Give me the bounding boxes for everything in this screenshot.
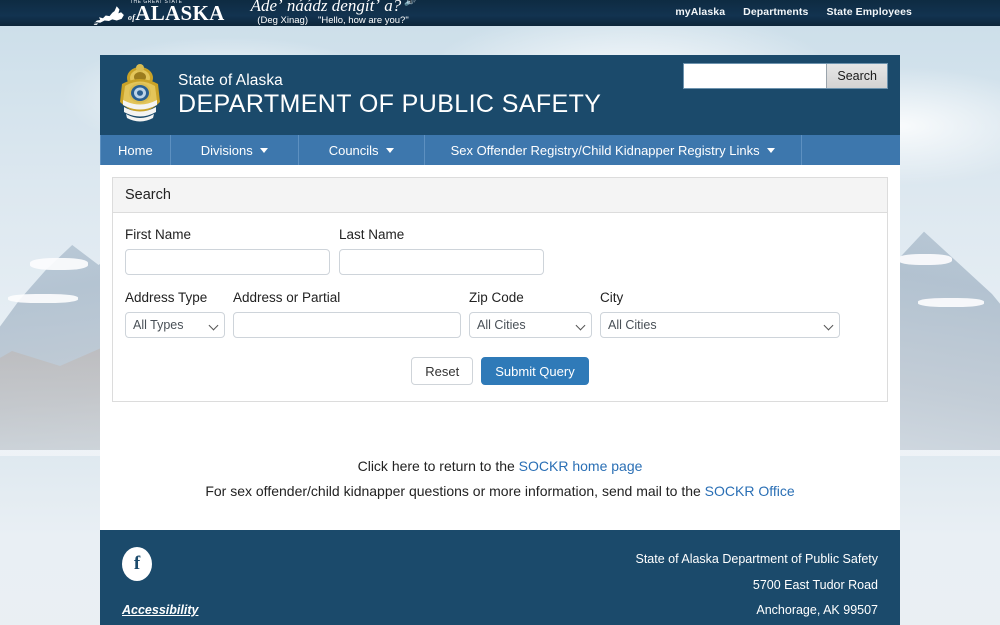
nav-label: Councils [328, 142, 379, 158]
footer-org: State of Alaska Department of Public Saf… [635, 552, 879, 566]
utility-link-departments[interactable]: Departments [743, 6, 808, 18]
nav-item-divisions[interactable]: Divisions [171, 135, 299, 165]
greeting-translation: "Hello, how are you?" [318, 14, 409, 26]
background-snow [30, 258, 88, 270]
site-title-block: State of Alaska DEPARTMENT OF PUBLIC SAF… [178, 72, 601, 119]
form-row-address: Address Type All Types Address or Partia… [125, 290, 875, 338]
field-zip-code: Zip Code All Cities [469, 290, 592, 338]
greeting-native-text: Adeʼ náádz dengítʼ a? [250, 0, 402, 15]
facebook-icon[interactable]: f [122, 547, 152, 581]
nav-label: Divisions [200, 142, 253, 158]
submit-button[interactable]: Submit Query [481, 357, 589, 385]
chevron-down-icon [766, 147, 775, 153]
links-section: Click here to return to the SOCKR home p… [112, 458, 888, 499]
field-last-name: Last Name [339, 227, 544, 275]
header-search: Search [683, 63, 888, 89]
address-partial-label: Address or Partial [233, 290, 341, 305]
logo-name: ALASKA [135, 1, 225, 26]
accessibility-link[interactable]: Accessibility [122, 603, 198, 617]
page-container: State of Alaska DEPARTMENT OF PUBLIC SAF… [100, 55, 900, 625]
city-select[interactable]: All Cities [600, 312, 840, 338]
nav-label: Sex Offender Registry/Child Kidnapper Re… [450, 142, 760, 158]
zip-code-select-wrap: All Cities [469, 312, 592, 338]
sockr-home-link[interactable]: SOCKR home page [519, 458, 643, 474]
field-address-partial: Address or Partial [233, 290, 461, 338]
zip-code-label: Zip Code [469, 290, 524, 305]
city-select-wrap: All Cities [600, 312, 840, 338]
utility-link-myalaska[interactable]: myAlaska [675, 6, 725, 18]
main-navigation: Home Divisions Councils Sex Offender Reg… [100, 135, 900, 165]
chevron-down-icon [385, 147, 394, 153]
address-partial-input[interactable] [233, 312, 461, 338]
city-label: City [600, 290, 624, 305]
nav-label: Home [118, 142, 153, 158]
sockr-office-text: For sex offender/child kidnapper questio… [205, 483, 705, 499]
field-address-type: Address Type All Types [125, 290, 225, 338]
background-snow [898, 254, 952, 265]
footer-left: f Accessibility [122, 547, 198, 625]
nav-item-sex-offender-registry[interactable]: Sex Offender Registry/Child Kidnapper Re… [425, 135, 802, 165]
site-footer: f Accessibility State of Alaska Departme… [100, 530, 900, 625]
nav-item-councils[interactable]: Councils [299, 135, 425, 165]
search-panel-heading: Search [113, 178, 887, 213]
nav-item-home[interactable]: Home [100, 135, 171, 165]
alaska-map-icon [93, 6, 124, 25]
footer-street: 5700 East Tudor Road [752, 577, 878, 592]
search-button[interactable]: Search [826, 64, 887, 88]
field-first-name: First Name [125, 227, 330, 275]
last-name-input[interactable] [339, 249, 544, 275]
utility-link-state-employees[interactable]: State Employees [826, 6, 912, 18]
address-type-label: Address Type [125, 290, 208, 305]
search-form: First Name Last Name Address Type All Ty… [113, 213, 887, 401]
state-utility-bar: THE GREAT STATE ofALASKA Adeʼ náádz deng… [0, 0, 1000, 26]
facebook-glyph: f [133, 553, 141, 574]
footer-address: State of Alaska Department of Public Saf… [636, 547, 879, 625]
address-type-select[interactable]: All Types [125, 312, 225, 338]
background-snow [918, 298, 984, 307]
alaska-state-logo[interactable]: THE GREAT STATE ofALASKA [92, 0, 225, 26]
last-name-label: Last Name [339, 227, 405, 242]
first-name-input[interactable] [125, 249, 330, 275]
sockr-home-line: Click here to return to the SOCKR home p… [112, 458, 888, 474]
sockr-office-line: For sex offender/child kidnapper questio… [112, 483, 888, 499]
reset-button[interactable]: Reset [411, 357, 474, 385]
greeting-language: (Deg Xinag) [257, 14, 308, 26]
native-greeting: Adeʼ náádz dengítʼ a? 🔊 (Deg Xinag) "Hello… [251, 0, 416, 26]
search-panel: Search First Name Last Name Address Type [112, 177, 888, 402]
main-content: Search First Name Last Name Address Type [100, 165, 900, 530]
dps-badge-icon [120, 64, 160, 122]
site-title: DEPARTMENT OF PUBLIC SAFETY [178, 89, 602, 118]
form-actions: Reset Submit Query [125, 357, 875, 385]
field-city: City All Cities [600, 290, 840, 338]
first-name-label: First Name [125, 227, 192, 242]
footer-city: Anchorage, AK 99507 [756, 603, 878, 618]
site-subtitle: State of Alaska [178, 71, 283, 89]
form-row-names: First Name Last Name [125, 227, 875, 275]
audio-speaker-icon[interactable]: 🔊 [404, 0, 415, 6]
utility-links: myAlaska Departments State Employees [675, 6, 912, 18]
background-snow [8, 294, 78, 303]
sockr-office-link[interactable]: SOCKR Office [705, 483, 795, 499]
site-header: State of Alaska DEPARTMENT OF PUBLIC SAF… [100, 55, 900, 135]
search-input[interactable] [684, 64, 827, 88]
chevron-down-icon [259, 147, 268, 153]
sockr-home-text: Click here to return to the [357, 458, 519, 474]
zip-code-select[interactable]: All Cities [469, 312, 592, 338]
address-type-select-wrap: All Types [125, 312, 225, 338]
